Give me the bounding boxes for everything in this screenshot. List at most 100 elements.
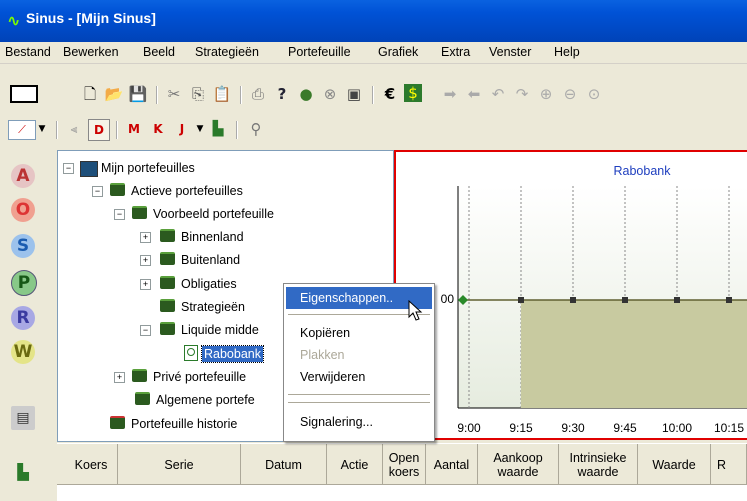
chart-toolbar: ⟋ ▼ ⫷ D M K J ▼ ▙ ⚲ [0,115,747,145]
y-tick-label: 00 [441,292,455,306]
col-intrinsieke-waarde[interactable]: Intrinsieke waarde [559,444,638,485]
col-r[interactable]: R [711,444,747,485]
save-icon[interactable]: 💾 [128,84,148,104]
globe-icon[interactable]: ● [296,84,316,104]
history-folder-icon [110,416,125,429]
cut-icon[interactable]: ✂ [164,84,184,104]
euro-icon[interactable]: € [380,84,400,104]
chart-title: Rabobank [614,164,672,178]
menu-help[interactable]: Help [554,45,580,59]
new-file-icon[interactable]: 🗋 [80,84,100,104]
toolbar-separator [56,121,58,139]
search-icon[interactable]: ⚲ [246,119,266,139]
properties-icon[interactable]: ▤ [11,406,35,430]
col-waarde[interactable]: Waarde [638,444,711,485]
zoom-in-icon[interactable]: ⊕ [536,84,556,104]
strategy-o-icon[interactable]: O [11,198,35,222]
chevron-down-icon[interactable]: ▼ [194,119,206,139]
collapse-icon[interactable]: − [140,325,151,336]
header-spacer [57,444,65,485]
col-aankoop-waarde[interactable]: Aankoop waarde [478,444,559,485]
menu-beeld[interactable]: Beeld [143,45,175,59]
chevron-down-icon[interactable]: ▼ [36,119,48,139]
chart-d-icon[interactable]: D [88,119,110,141]
tree-item-rabobank[interactable]: Rabobank [184,345,264,363]
chart-m-icon[interactable]: M [124,119,144,139]
properties-icon[interactable]: ▣ [344,84,364,104]
chart-type-icon[interactable]: ⟋ [8,120,36,140]
strategy-r-icon[interactable]: R [11,306,35,330]
expand-icon[interactable]: + [114,372,125,383]
col-open-koers[interactable]: Open koers [383,444,426,485]
chart-j-icon[interactable]: J [172,119,192,139]
col-koers[interactable]: Koers [65,444,118,485]
menu-grafiek[interactable]: Grafiek [378,45,418,59]
tree-label: Obligaties [181,277,237,291]
arrow-left-icon[interactable]: ⬅ [464,84,484,104]
menu-bar: Bestand Bewerken Beeld Strategieën Porte… [0,42,747,64]
tree-label: Strategieën [181,300,245,314]
menu-venster[interactable]: Venster [489,45,531,59]
menu-item-verwijderen[interactable]: Verwijderen [286,366,432,388]
left-quickbar: A O S P R W ▤ ▙ [0,150,50,500]
print-icon[interactable]: ⎙ [248,84,268,104]
expand-icon[interactable]: + [140,232,151,243]
tree-item-historie[interactable]: Portefeuille historie [110,415,237,433]
redo-icon[interactable]: ↷ [512,84,532,104]
tree-item-algemene[interactable]: Algemene portefe [135,391,255,409]
menu-item-kopieren[interactable]: Kopiëren [286,322,432,344]
collapse-icon[interactable]: − [114,209,125,220]
help-pointer-icon[interactable]: ? [272,84,292,104]
tree-item-strategieen[interactable]: Strategieën [160,298,245,316]
arrow-right-icon[interactable]: ➡ [440,84,460,104]
chart-k-icon[interactable]: K [148,119,168,139]
menu-item-signalering[interactable]: Signalering... [286,411,432,433]
paste-icon[interactable]: 📋 [212,84,232,104]
col-datum[interactable]: Datum [241,444,327,485]
zoom-fit-icon[interactable]: ⊙ [584,84,604,104]
menu-separator [288,402,430,403]
folder-icon [160,229,175,242]
window-title: Sinus - [Mijn Sinus] [26,10,156,26]
strategy-a-icon[interactable]: A [11,164,35,188]
undo-icon[interactable]: ↶ [488,84,508,104]
chart-c-icon[interactable]: ⫷ [64,119,84,139]
toolbar-separator [116,121,118,139]
open-folder-icon[interactable]: 📂 [104,84,124,104]
currency-convert-icon[interactable]: $ [404,84,422,102]
stop-icon[interactable]: ⊗ [320,84,340,104]
strategy-p-icon[interactable]: P [11,270,37,296]
collapse-icon[interactable]: − [92,186,103,197]
folder-icon [160,276,175,289]
strategy-w-icon[interactable]: W [11,340,35,364]
col-actie[interactable]: Actie [327,444,383,485]
folder-icon [160,252,175,265]
expand-icon[interactable]: + [140,279,151,290]
data-point [674,297,680,303]
document-search-icon [184,345,198,361]
menu-bestand[interactable]: Bestand [5,45,51,59]
col-serie[interactable]: Serie [118,444,241,485]
menu-item-plakken[interactable]: Plakken [286,344,432,366]
x-tick-label: 9:30 [561,421,585,435]
menu-bewerken[interactable]: Bewerken [63,45,119,59]
data-point [726,297,732,303]
strategy-s-icon[interactable]: S [11,234,35,258]
bar-chart-icon[interactable]: ▙ [208,119,228,139]
tree-label: Algemene portefe [156,393,255,407]
tree-label: Actieve portefeuilles [131,184,243,198]
col-aantal[interactable]: Aantal [426,444,478,485]
menu-strategieen[interactable]: Strategieën [195,45,259,59]
bar-chart-icon[interactable]: ▙ [11,460,35,484]
window-layout-icon[interactable] [10,85,38,103]
folder-icon [160,299,175,312]
zoom-out-icon[interactable]: ⊖ [560,84,580,104]
copy-icon[interactable]: ⎘ [188,84,208,104]
menu-extra[interactable]: Extra [441,45,470,59]
data-point [570,297,576,303]
tree-label: Rabobank [201,345,264,363]
price-chart: Rabobank 00 9:00 9:15 9:30 9:45 10:00 10:15 [396,152,747,438]
menu-portefeuille[interactable]: Portefeuille [288,45,351,59]
expand-icon[interactable]: + [140,255,151,266]
collapse-icon[interactable]: − [63,163,74,174]
